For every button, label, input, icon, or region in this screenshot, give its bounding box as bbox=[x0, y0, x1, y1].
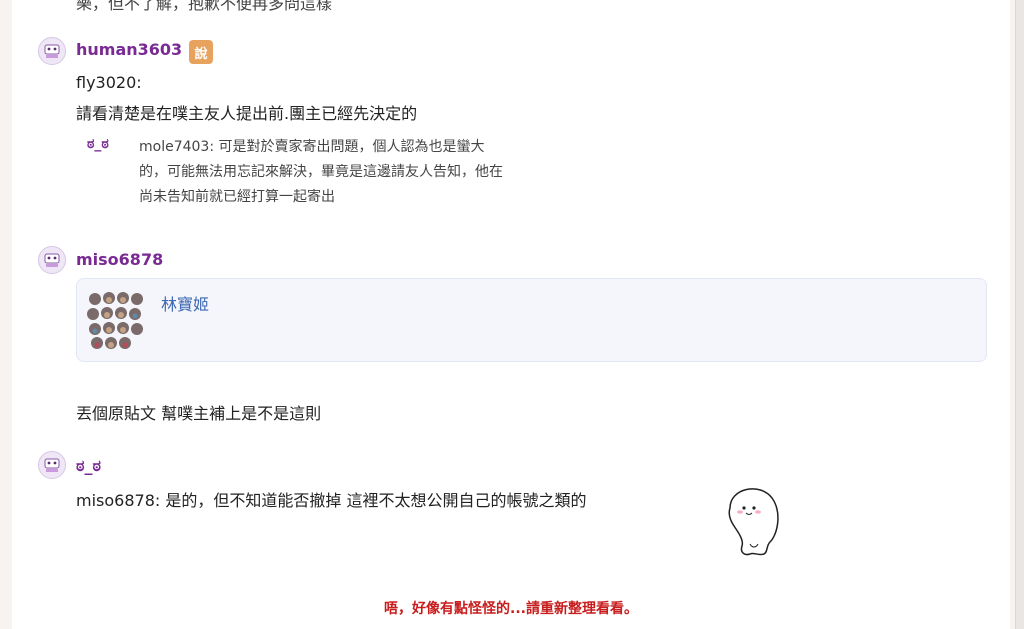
post-text: fly3020: bbox=[76, 73, 142, 92]
card-thumbnail bbox=[85, 289, 149, 353]
page-edge-scrollbar[interactable] bbox=[1015, 0, 1024, 629]
say-badge: 說 bbox=[189, 40, 213, 64]
plurk-thread: 樂，但不了解，抱歉不便再多問這樣 human3603 說 fly3020: 請看… bbox=[12, 0, 1010, 629]
group-photo-thumbnail bbox=[85, 289, 149, 353]
avatar[interactable] bbox=[38, 246, 66, 274]
card-title-link[interactable]: 林寶姬 bbox=[161, 291, 209, 315]
post-username[interactable]: ಠ_ಠ bbox=[76, 456, 101, 476]
avatar[interactable] bbox=[38, 451, 66, 479]
post-username[interactable]: human3603 bbox=[76, 40, 182, 59]
quote-text: mole7403: 可是對於賣家寄出問題，個人認為也是蠻大 bbox=[139, 139, 485, 155]
avatar-icon bbox=[41, 40, 63, 62]
link-card[interactable]: 林寶姬 bbox=[76, 278, 987, 362]
quote-text: 的，可能無法用忘記來解決，畢竟是這邊請友人告知，他在 bbox=[139, 164, 503, 180]
post-text: miso6878: 是的，但不知道能否撤掉 這裡不太想公開自己的帳號之類的 bbox=[76, 491, 587, 510]
post-username[interactable]: miso6878 bbox=[76, 250, 163, 269]
post-text: 請看清楚是在噗主友人提出前.團主已經先決定的 bbox=[76, 104, 418, 123]
quote-username[interactable]: ಠ_ಠ bbox=[87, 136, 109, 152]
quote-text: 尚未告知前就已經打算一起寄出 bbox=[139, 189, 335, 205]
ghost-emoticon-icon bbox=[728, 488, 779, 556]
avatar-icon bbox=[41, 249, 63, 271]
post-text: 丟個原貼文 幫噗主補上是不是這則 bbox=[76, 404, 322, 423]
error-message: 唔，好像有點怪怪的...請重新整理看看。 bbox=[384, 601, 638, 617]
avatar-icon bbox=[41, 454, 63, 476]
avatar[interactable] bbox=[38, 37, 66, 65]
truncated-previous-post: 樂，但不了解，抱歉不便再多問這樣 bbox=[76, 0, 333, 13]
